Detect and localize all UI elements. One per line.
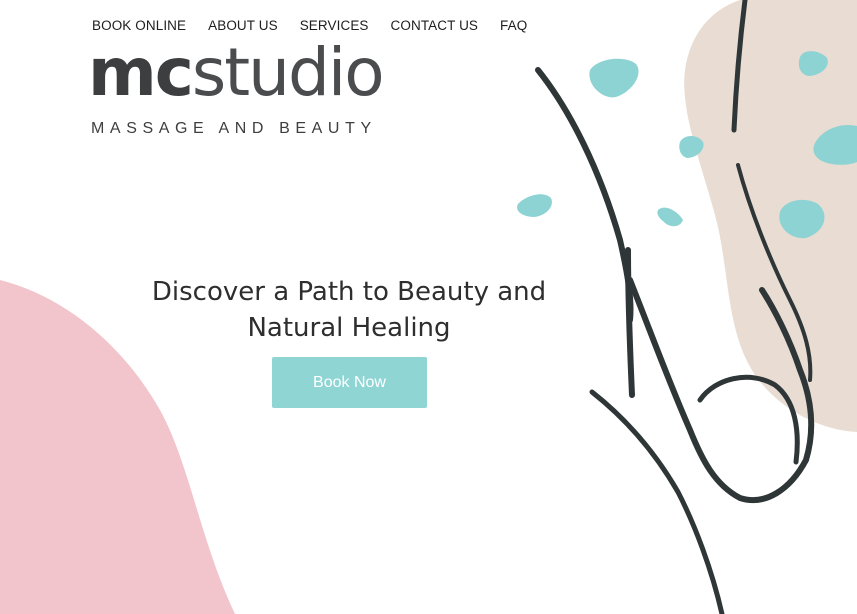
nav-item-contact-us[interactable]: CONTACT US <box>391 18 479 33</box>
logo-wordmark-light: studio <box>191 34 385 111</box>
nav-item-about-us[interactable]: ABOUT US <box>208 18 278 33</box>
hero-title-line2: Natural Healing <box>247 313 451 343</box>
logo-wordmark-bold: mc <box>88 34 194 111</box>
hero-section: Discover a Path to Beauty and Natural He… <box>148 274 550 346</box>
line-stroke <box>589 389 725 614</box>
hero-title: Discover a Path to Beauty and Natural He… <box>148 274 550 346</box>
leaf-shape <box>657 207 683 227</box>
leaf-shape <box>517 194 552 217</box>
beige-blob-shape <box>684 0 857 432</box>
logo-wordmark: mcstudio <box>88 40 385 106</box>
line-stroke <box>625 247 635 398</box>
nav-item-book-online[interactable]: BOOK ONLINE <box>92 18 186 33</box>
logo-tagline: MASSAGE AND BEAUTY <box>91 120 377 137</box>
site-logo[interactable]: mcstudio MASSAGE AND BEAUTY <box>88 40 385 138</box>
main-nav: BOOK ONLINE ABOUT US SERVICES CONTACT US… <box>92 18 527 33</box>
leaf-shape <box>589 58 639 98</box>
book-now-button[interactable]: Book Now <box>272 357 427 408</box>
line-stroke <box>535 67 634 323</box>
hero-title-line1: Discover a Path to Beauty and <box>151 277 547 307</box>
nav-item-services[interactable]: SERVICES <box>300 18 369 33</box>
nav-item-faq[interactable]: FAQ <box>500 18 527 33</box>
line-stroke <box>697 374 800 465</box>
